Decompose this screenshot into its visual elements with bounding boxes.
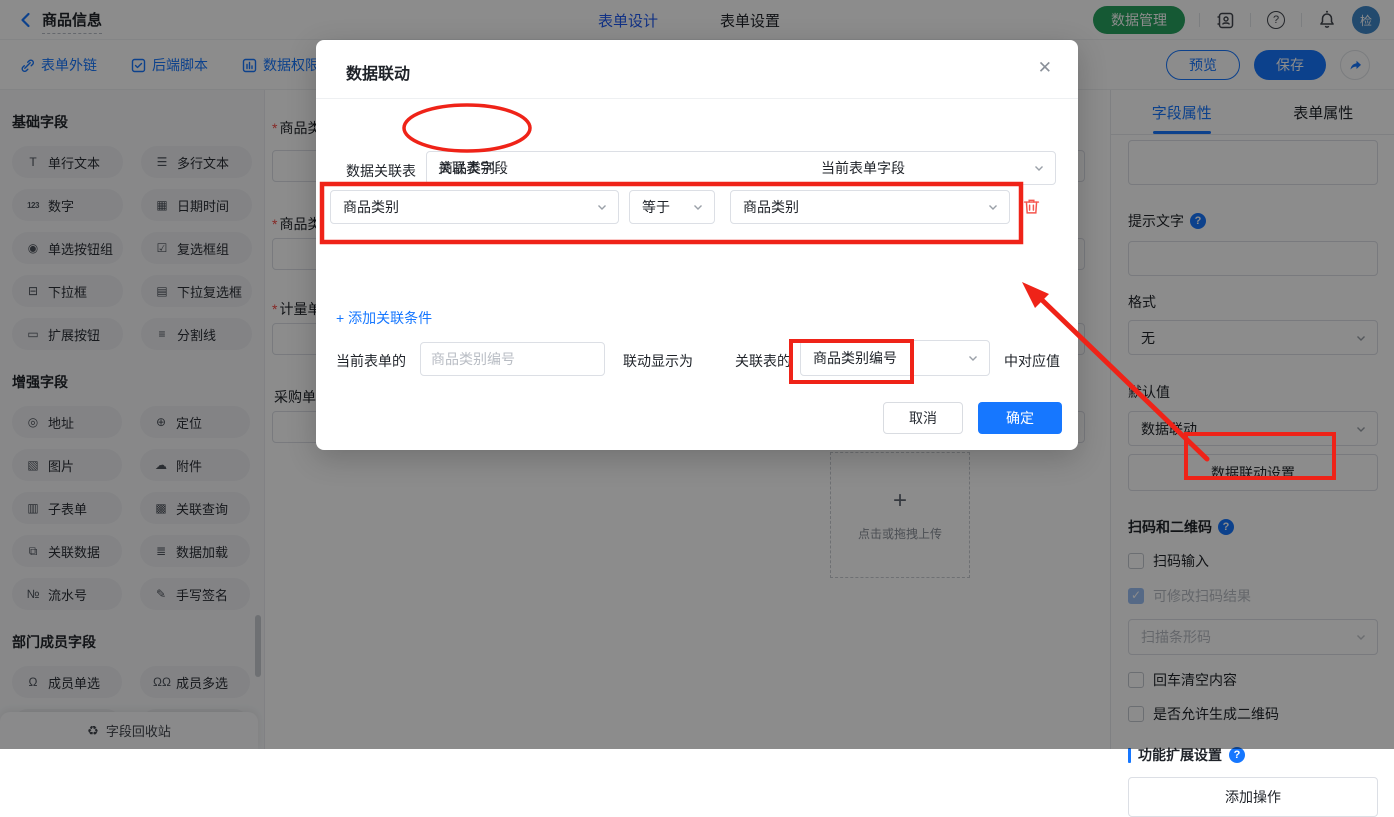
cancel-button[interactable]: 取消 bbox=[883, 402, 963, 434]
chevron-down-icon bbox=[692, 201, 704, 213]
chevron-down-icon bbox=[1033, 162, 1045, 174]
section-bar bbox=[1128, 748, 1131, 763]
modal-title: 数据联动 bbox=[346, 60, 410, 84]
relation-of-label: 关联表的 bbox=[735, 351, 791, 371]
target-field-input[interactable] bbox=[420, 342, 605, 376]
chevron-down-icon bbox=[967, 352, 979, 364]
condition-operator-select[interactable]: 等于 bbox=[629, 190, 715, 224]
source-field-value: 商品类别编号 bbox=[813, 348, 967, 368]
column-header-current-field: 当前表单字段 bbox=[821, 158, 905, 178]
data-linkage-modal: 数据联动 ✕ 数据关联表 商品类别 关联表字段 当前表单字段 商品类别 等于 商… bbox=[316, 40, 1078, 450]
close-icon[interactable]: ✕ bbox=[1038, 58, 1052, 78]
trash-icon bbox=[1022, 197, 1041, 216]
confirm-button[interactable]: 确定 bbox=[978, 402, 1062, 434]
help-icon[interactable]: ? bbox=[1229, 747, 1245, 763]
display-as-label: 联动显示为 bbox=[623, 351, 693, 371]
source-field-select[interactable]: 商品类别编号 bbox=[800, 340, 990, 376]
matching-value-label: 中对应值 bbox=[1004, 351, 1060, 371]
column-header-relation-field: 关联表字段 bbox=[438, 158, 508, 178]
chevron-down-icon bbox=[987, 201, 999, 213]
condition-right-value: 商品类别 bbox=[743, 197, 987, 217]
current-form-label: 当前表单的 bbox=[336, 351, 406, 371]
condition-left-value: 商品类别 bbox=[343, 197, 596, 217]
chevron-down-icon bbox=[596, 201, 608, 213]
condition-operator-value: 等于 bbox=[642, 197, 692, 217]
divider bbox=[316, 98, 1078, 99]
delete-condition-button[interactable] bbox=[1022, 197, 1041, 219]
relation-table-value: 商品类别 bbox=[439, 158, 1033, 178]
add-action-button[interactable]: 添加操作 bbox=[1128, 777, 1378, 817]
add-condition-link[interactable]: + 添加关联条件 bbox=[336, 308, 432, 328]
relation-table-select[interactable]: 商品类别 bbox=[426, 151, 1056, 185]
condition-left-select[interactable]: 商品类别 bbox=[330, 190, 619, 224]
relation-table-label: 数据关联表 bbox=[346, 161, 416, 181]
condition-right-select[interactable]: 商品类别 bbox=[730, 190, 1010, 224]
